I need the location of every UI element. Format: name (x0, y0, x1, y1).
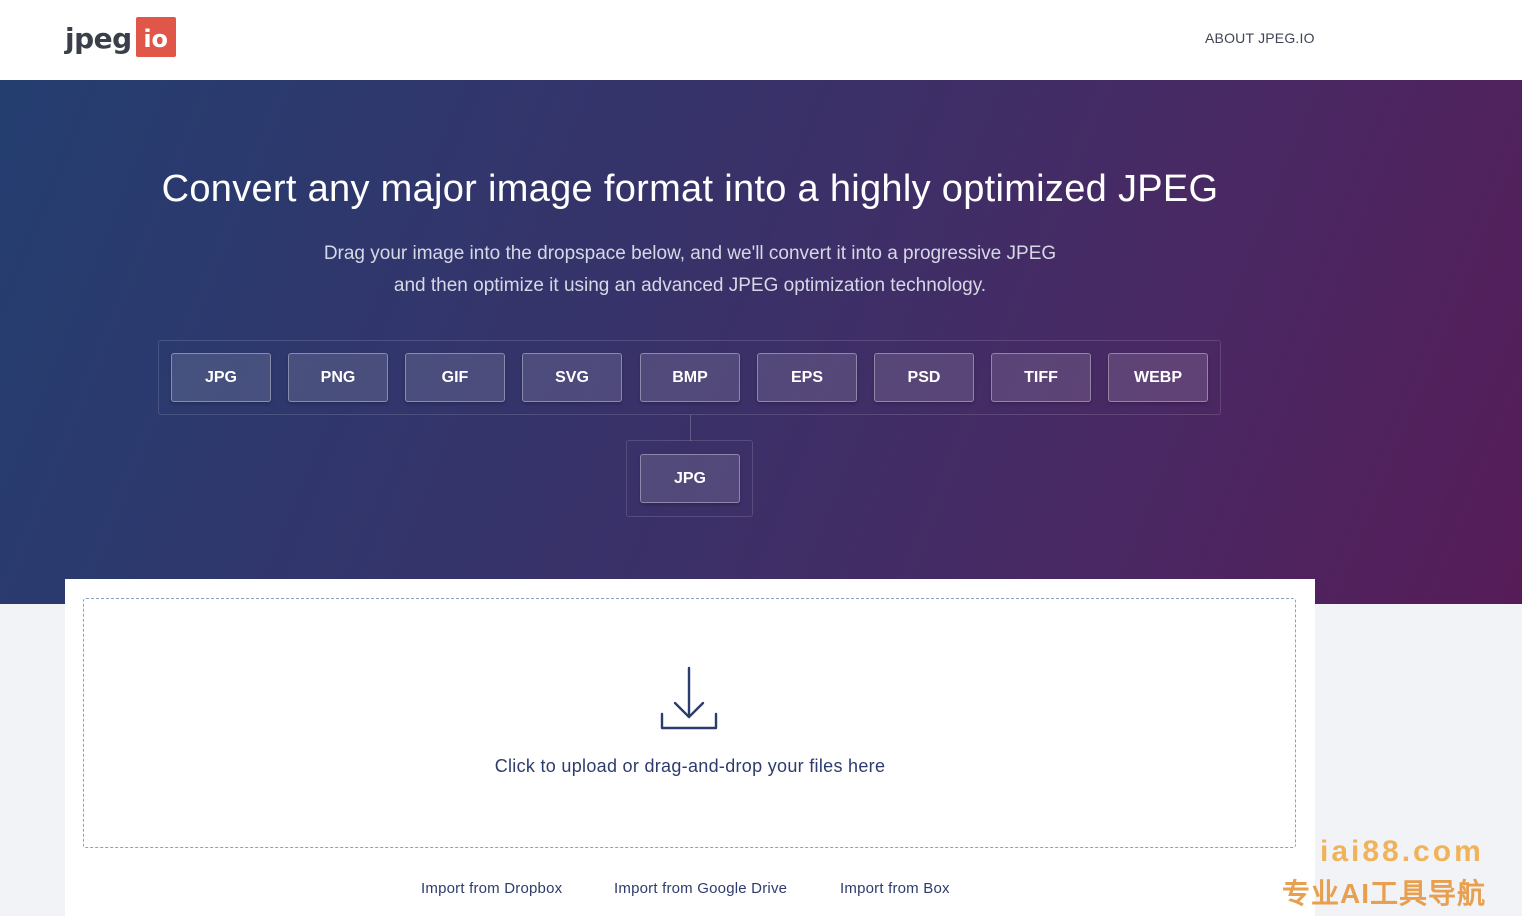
site-logo[interactable]: jpeg io (65, 15, 176, 57)
format-button-psd[interactable]: PSD (874, 353, 974, 402)
logo-badge: io (135, 17, 176, 57)
download-icon (660, 666, 718, 730)
connector-line (690, 415, 691, 441)
logo-text: jpeg (65, 22, 132, 55)
about-link[interactable]: ABOUT JPEG.IO (1205, 30, 1315, 46)
hero-subtitle-line1: Drag your image into the dropspace below… (323, 243, 1057, 264)
format-button-tiff[interactable]: TIFF (991, 353, 1091, 402)
upload-prompt[interactable]: Click to upload or drag-and-drop your fi… (0, 756, 1380, 777)
format-button-svg[interactable]: SVG (522, 353, 622, 402)
import-box-link[interactable]: Import from Box (840, 880, 950, 897)
target-format-button-jpg[interactable]: JPG (640, 454, 740, 503)
format-button-bmp[interactable]: BMP (640, 353, 740, 402)
import-google-drive-link[interactable]: Import from Google Drive (614, 880, 787, 897)
format-button-eps[interactable]: EPS (757, 353, 857, 402)
format-button-gif[interactable]: GIF (405, 353, 505, 402)
hero-section: Convert any major image format into a hi… (0, 80, 1522, 604)
import-dropbox-link[interactable]: Import from Dropbox (421, 880, 562, 897)
hero-title: Convert any major image format into a hi… (161, 168, 1219, 210)
format-button-jpg[interactable]: JPG (171, 353, 271, 402)
watermark-tagline: 专业AI工具导航 (1282, 878, 1487, 909)
watermark-domain: iai88.com (1320, 835, 1484, 868)
format-button-png[interactable]: PNG (288, 353, 388, 402)
format-button-webp[interactable]: WEBP (1108, 353, 1208, 402)
hero-subtitle-line2: and then optimize it using an advanced J… (393, 275, 987, 296)
hero-subtitle: Drag your image into the dropspace below… (0, 238, 1380, 302)
top-header: jpeg io ABOUT JPEG.IO (0, 0, 1522, 80)
